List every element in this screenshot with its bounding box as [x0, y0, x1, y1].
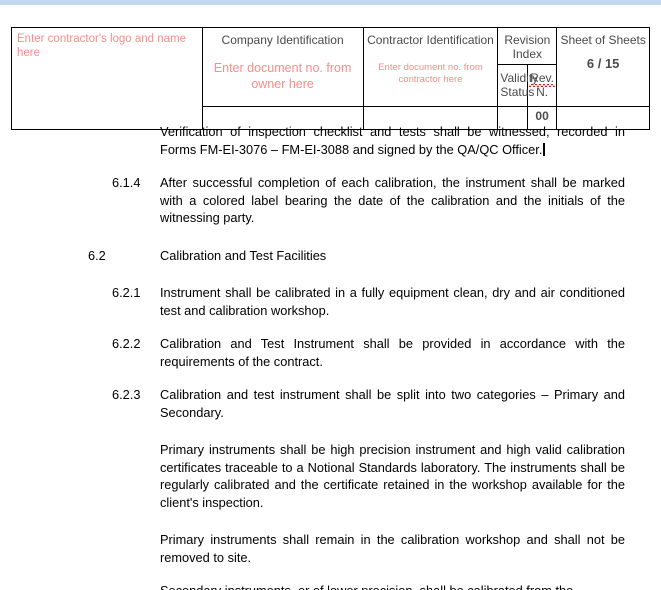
contractor-logo-cell[interactable]: Enter contractor's logo and name here	[11, 27, 203, 130]
sheet-of-sheets-value: 6 / 15	[586, 56, 620, 71]
sheet-of-sheets-header: Sheet of Sheets	[560, 33, 646, 47]
contractor-identification-cell[interactable]: Contractor Identification Enter document…	[362, 27, 499, 107]
title-block-table: Enter contractor's logo and name here Co…	[11, 27, 650, 130]
validity-status-label-line2: Status	[500, 85, 535, 99]
validity-status-label-cell: Validity Status	[497, 64, 538, 107]
paragraph-secondary-clipped[interactable]: Secondary instruments, or of lower preci…	[0, 582, 661, 590]
revision-number-label-line2: N.	[536, 85, 549, 99]
revision-index-header: Revision Index	[504, 33, 551, 61]
contractor-document-no-placeholder: Enter document no. from contractor here	[378, 62, 483, 85]
list-item-6-2[interactable]: 6.2 Calibration and Test Facilities	[0, 247, 661, 265]
text-cursor	[543, 142, 545, 156]
paragraph-primary-remain[interactable]: Primary instruments shall remain in the …	[0, 531, 661, 566]
list-item-6-1-4[interactable]: 6.1.4 After successful completion of eac…	[0, 174, 661, 227]
list-item-6-2-2[interactable]: 6.2.2 Calibration and Test Instrument sh…	[0, 335, 661, 370]
list-item-6-2-3-text: Calibration and test instrument shall be…	[160, 387, 625, 420]
title-block-header-row: Enter contractor's logo and name here Co…	[11, 27, 650, 130]
paragraph-primary-precision[interactable]: Primary instruments shall be high precis…	[0, 441, 661, 511]
company-identification-cell[interactable]: Company Identification Enter document no…	[201, 27, 364, 107]
list-item-6-2-number: 6.2	[88, 247, 106, 263]
list-item-6-1-4-text: After successful completion of each cali…	[160, 175, 625, 225]
validity-status-label: Validity Status	[498, 65, 538, 106]
paragraph-primary-remain-text: Primary instruments shall remain in the …	[160, 532, 625, 565]
company-document-no-placeholder: Enter document no. from owner here	[213, 61, 352, 91]
paragraph-intro-content: Verification of inspection checklist and…	[160, 124, 625, 157]
list-item-6-1-4-number: 6.1.4	[112, 175, 141, 190]
list-item-6-2-3-number: 6.2.3	[112, 387, 141, 402]
list-item-6-2-2-text: Calibration and Test Instrument shall be…	[160, 336, 625, 369]
company-identification-header: Company Identification	[221, 33, 344, 47]
document-body: Verification of inspection checklist and…	[0, 123, 661, 590]
list-item-6-2-2-number: 6.2.2	[112, 336, 141, 351]
document-page: Enter contractor's logo and name here Co…	[0, 5, 661, 590]
contractor-identification-header: Contractor Identification	[367, 33, 494, 47]
revision-number-label: Rev. N.	[528, 65, 556, 106]
list-item-6-2-1-number: 6.2.1	[112, 285, 141, 300]
sheet-of-sheets-cell: Sheet of Sheets 6 / 15	[556, 27, 650, 107]
list-item-6-2-3[interactable]: 6.2.3 Calibration and test instrument sh…	[0, 386, 661, 421]
list-item-6-2-1[interactable]: 6.2.1 Instrument shall be calibrated in …	[0, 284, 661, 319]
paragraph-intro-text: Verification of inspection checklist and…	[160, 123, 625, 158]
paragraph-intro[interactable]: Verification of inspection checklist and…	[0, 123, 661, 158]
spellcheck-underline-rev: Rev.	[529, 71, 555, 87]
list-item-6-2-1-text: Instrument shall be calibrated in a full…	[160, 285, 625, 318]
contractor-logo-placeholder: Enter contractor's logo and name here	[17, 33, 187, 59]
revision-number-label-cell: Rev. N.	[526, 64, 558, 107]
revision-index-header-cell: Revision Index	[497, 27, 558, 65]
paragraph-secondary-clipped-text: Secondary instruments, or of lower preci…	[160, 582, 625, 590]
paragraph-primary-precision-text: Primary instruments shall be high precis…	[160, 442, 625, 510]
list-item-6-2-text: Calibration and Test Facilities	[160, 247, 327, 263]
